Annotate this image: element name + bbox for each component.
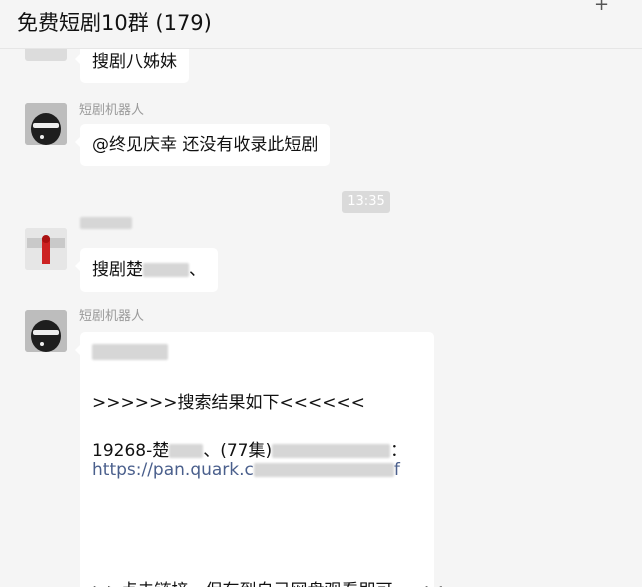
sender-name: 短剧机器人: [79, 309, 145, 324]
bot-avatar[interactable]: [25, 103, 67, 145]
plus-icon[interactable]: +: [594, 0, 609, 15]
bot-avatar[interactable]: [25, 310, 67, 352]
message-list[interactable]: 搜剧八姊妹 短剧机器人 @终见庆幸 还没有收录此短剧 13:35 搜剧楚 、 短剧…: [0, 49, 642, 587]
timestamp: 13:35: [342, 191, 390, 213]
result-title-prefix: 19268-楚: [92, 441, 170, 461]
avatar[interactable]: [25, 49, 67, 61]
message-text-suffix: 、: [189, 260, 206, 280]
link-suffix: f: [393, 460, 400, 480]
bot-avatar-image: [25, 310, 67, 352]
blurred-text: [169, 444, 204, 458]
result-title-suffix: ：: [390, 441, 408, 461]
message-bubble[interactable]: 搜剧八姊妹: [75, 49, 189, 83]
blurred-text: [143, 263, 189, 277]
blurred-text: [92, 344, 168, 360]
share-link[interactable]: https://pan.quark.c f: [92, 460, 400, 480]
user-avatar-image: [25, 228, 67, 270]
sender-name: 短剧机器人: [79, 103, 145, 118]
bot-avatar-image: [25, 103, 67, 145]
message-text-prefix: 搜剧楚: [92, 260, 143, 280]
message-bubble[interactable]: @终见庆幸 还没有收录此短剧: [74, 124, 331, 166]
message-text: @终见庆幸 还没有收录此短剧: [92, 135, 319, 155]
chat-title: 免费短剧10群 (179): [17, 11, 212, 35]
user-avatar[interactable]: [25, 228, 67, 270]
result-header: >>>>>>搜索结果如下<<<<<<: [92, 393, 365, 413]
message-bubble[interactable]: >>>>>>搜索结果如下<<<<<< 19268-楚 、(77集) ： https:…: [75, 332, 443, 587]
blurred-sender: [80, 217, 132, 229]
message-text: 搜剧八姊妹: [92, 52, 177, 72]
message-bubble[interactable]: 搜剧楚 、: [75, 248, 218, 292]
chat-header: 免费短剧10群 (179) +: [0, 0, 642, 49]
result-footer: >>点击链接，保存到自己网盘观看即可。 <<: [92, 576, 443, 587]
result-episodes: 、(77集): [203, 441, 273, 461]
blurred-link: [253, 463, 394, 477]
link-prefix: https://pan.quark.c: [92, 460, 254, 480]
result-title: 19268-楚 、(77集) ：: [92, 436, 407, 461]
blurred-text: [272, 444, 391, 458]
